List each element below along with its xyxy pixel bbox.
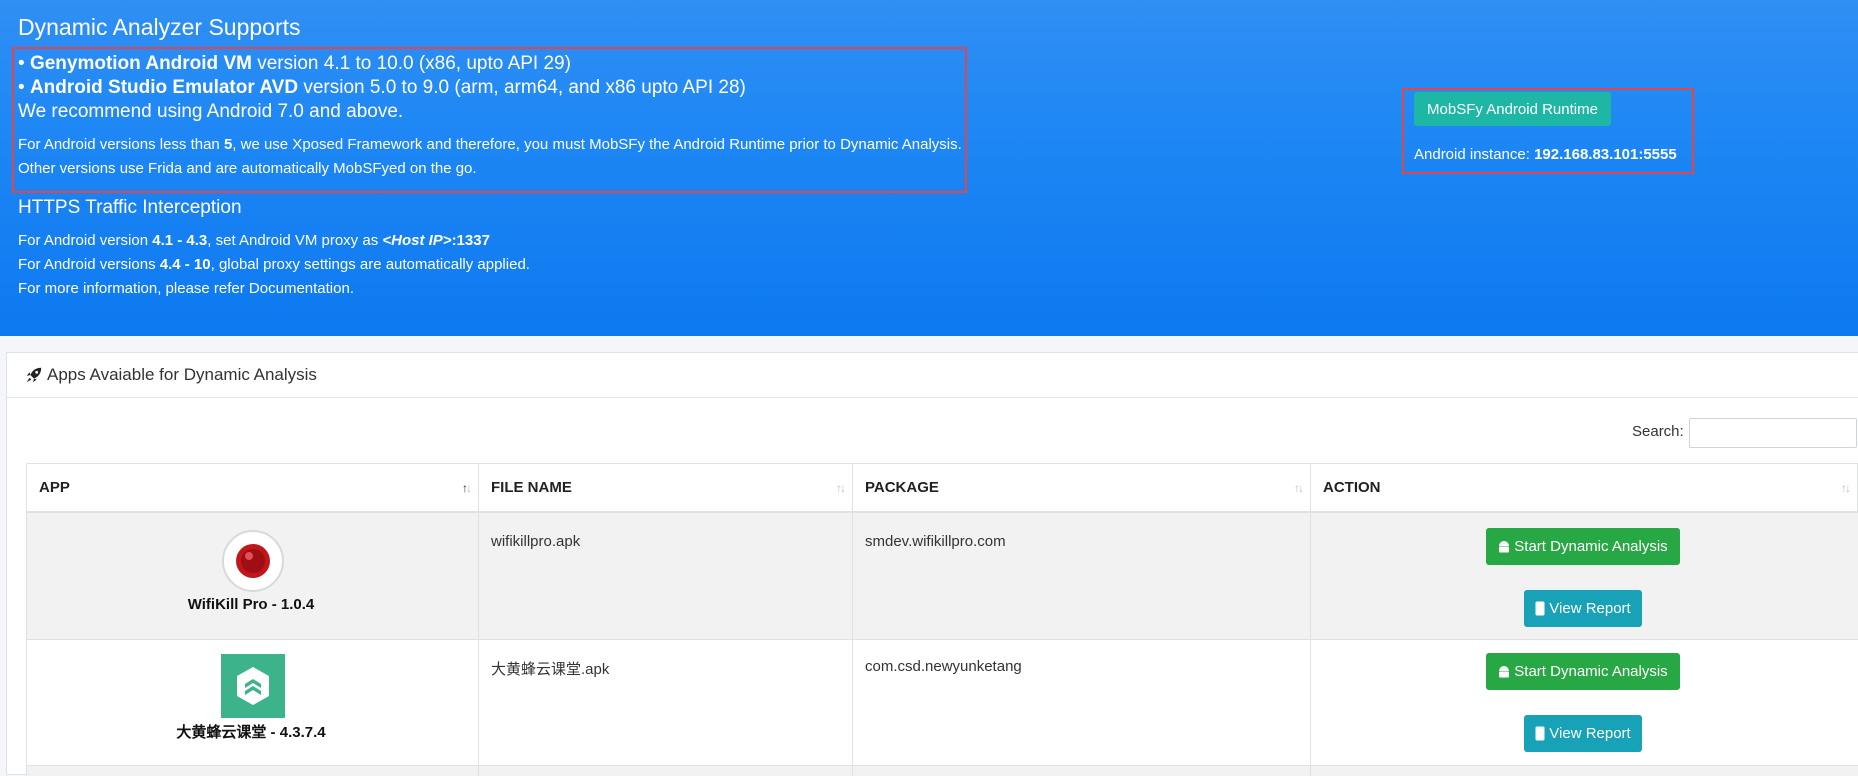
- android-instance: Android instance: 192.168.83.101:5555: [1414, 146, 1677, 163]
- instance-address: 192.168.83.101:5555: [1534, 146, 1677, 163]
- table-row: [26, 765, 1858, 776]
- file-name: 大黄蜂云课堂.apk: [491, 661, 610, 678]
- mobile-icon: [1535, 601, 1545, 616]
- dahuangfeng-app-icon: [221, 654, 285, 718]
- xposed-note: For Android versions less than 5, we use…: [18, 136, 962, 153]
- proxy-note-1: For Android version 4.1 - 4.3, set Andro…: [18, 232, 490, 249]
- file-name: wifikillpro.apk: [491, 533, 581, 550]
- column-header-action[interactable]: ACTION ↑↓: [1310, 463, 1858, 513]
- column-divider: [1310, 463, 1311, 776]
- android-icon: [1499, 665, 1510, 677]
- column-divider: [852, 463, 853, 776]
- hero-banner: Dynamic Analyzer Supports • Genymotion A…: [0, 0, 1858, 336]
- wifikill-app-icon: [222, 530, 284, 592]
- https-title: HTTPS Traffic Interception: [18, 197, 242, 218]
- mobile-icon: [1535, 726, 1545, 741]
- start-dynamic-analysis-button[interactable]: Start Dynamic Analysis: [1486, 528, 1680, 565]
- genymotion-name: Genymotion Android VM: [29, 53, 252, 74]
- frida-note: Other versions use Frida and are automat…: [18, 160, 477, 177]
- genymotion-line: • Genymotion Android VM version 4.1 to 1…: [18, 53, 571, 74]
- search-input[interactable]: [1689, 418, 1857, 448]
- card-title: Apps Avaiable for Dynamic Analysis: [25, 365, 317, 385]
- search-label: Search:: [1632, 423, 1684, 440]
- column-header-package[interactable]: PACKAGE ↑↓: [852, 463, 1311, 513]
- recommend-text: We recommend using Android 7.0 and above…: [18, 101, 404, 122]
- proxy-note-2: For Android versions 4.4 - 10, global pr…: [18, 256, 530, 273]
- app-name: WifiKill Pro - 1.0.4: [187, 596, 315, 613]
- app-name: 大黄蜂云课堂 - 4.3.7.4: [176, 724, 326, 741]
- android-icon: [1499, 540, 1510, 552]
- card-header: Apps Avaiable for Dynamic Analysis: [7, 353, 1858, 398]
- hero-title: Dynamic Analyzer Supports: [18, 14, 301, 40]
- package-name: smdev.wifikillpro.com: [865, 533, 1006, 550]
- apps-card: Apps Avaiable for Dynamic Analysis Searc…: [6, 352, 1858, 776]
- sort-icon: ↑↓: [836, 481, 846, 495]
- sort-icon: ↑↓: [1841, 481, 1851, 495]
- start-dynamic-analysis-button[interactable]: Start Dynamic Analysis: [1486, 653, 1680, 690]
- package-name: com.csd.newyunketang: [865, 658, 1022, 675]
- column-header-app[interactable]: APP ↑↓: [26, 463, 479, 513]
- avd-line: • Android Studio Emulator AVD version 5.…: [18, 77, 746, 98]
- rocket-icon: [26, 367, 42, 383]
- view-report-button[interactable]: View Report: [1524, 715, 1642, 752]
- mobsfy-runtime-button[interactable]: MobSFy Android Runtime: [1414, 92, 1611, 126]
- avd-name: Android Studio Emulator AVD: [29, 77, 299, 98]
- column-divider: [478, 463, 479, 776]
- row-divider: [26, 765, 1858, 766]
- documentation-note[interactable]: For more information, please refer Docum…: [18, 280, 354, 297]
- row-divider: [26, 639, 1858, 640]
- sort-asc-icon: ↑↓: [462, 481, 472, 495]
- sort-icon: ↑↓: [1294, 481, 1304, 495]
- column-header-file-name[interactable]: FILE NAME ↑↓: [478, 463, 853, 513]
- view-report-button[interactable]: View Report: [1524, 590, 1642, 627]
